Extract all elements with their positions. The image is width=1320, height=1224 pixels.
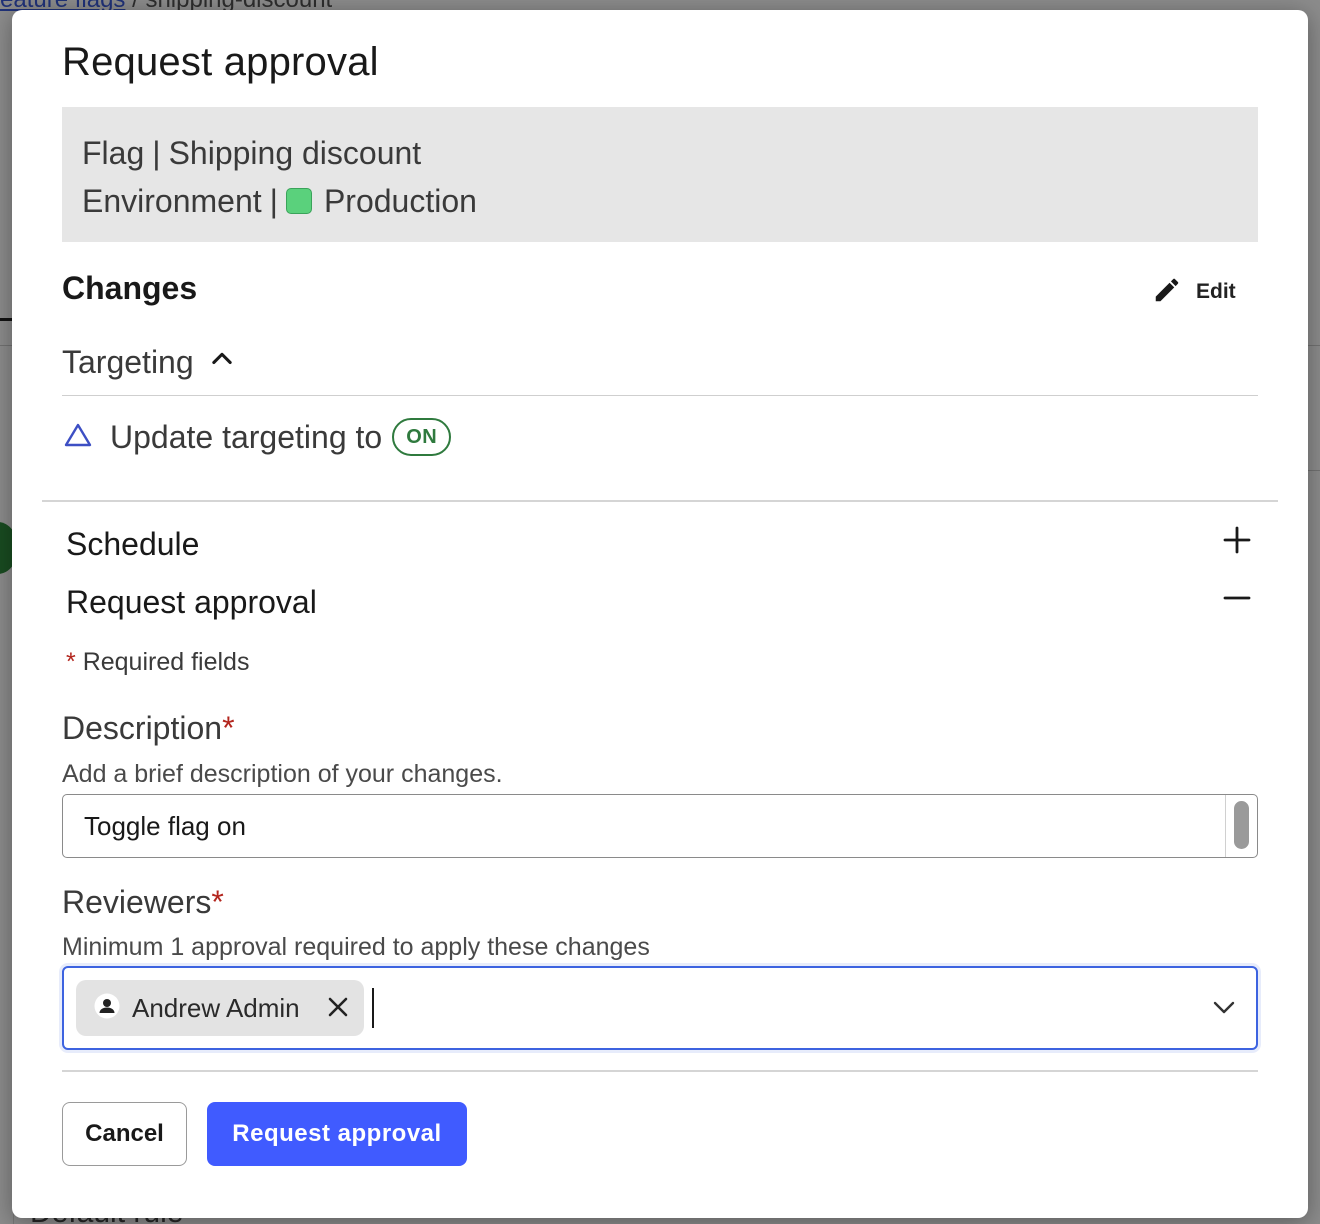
dialog-title: Request approval: [62, 40, 379, 84]
targeting-divider: [62, 395, 1258, 396]
environment-label: Environment: [82, 182, 262, 219]
minus-icon: [1222, 583, 1252, 621]
required-star: *: [66, 648, 76, 676]
description-label-text: Description: [62, 710, 223, 746]
changes-heading: Changes: [62, 270, 198, 306]
schedule-label: Schedule: [66, 525, 200, 562]
description-scrollbar[interactable]: [1225, 795, 1257, 857]
triangle-delta-icon: [64, 419, 92, 456]
environment-summary-row: Environment | Production: [82, 177, 1238, 225]
required-star: *: [211, 884, 224, 920]
reviewers-label: Reviewers*: [62, 884, 224, 921]
reviewer-name: Andrew Admin: [132, 992, 300, 1023]
edit-label: Edit: [1196, 280, 1236, 303]
description-field: [62, 794, 1258, 858]
edit-changes-button[interactable]: Edit: [1152, 274, 1236, 310]
required-fields-note: * Required fields: [66, 648, 249, 677]
required-star: *: [222, 710, 235, 746]
plus-icon: [1222, 525, 1252, 563]
environment-color-swatch: [285, 188, 312, 214]
cancel-button[interactable]: Cancel: [62, 1102, 187, 1166]
text-cursor: [372, 988, 374, 1028]
flag-summary-row: Flag | Shipping discount: [82, 129, 1238, 177]
environment-name: Production: [323, 182, 477, 219]
footer-divider: [62, 1070, 1258, 1072]
request-approval-dialog: Request approval Flag | Shipping discoun…: [12, 10, 1308, 1218]
description-input[interactable]: [63, 795, 1227, 857]
change-summary: Flag | Shipping discount Environment | P…: [62, 107, 1258, 242]
flag-label: Flag: [82, 134, 145, 171]
changes-divider: [42, 500, 1278, 502]
description-label: Description*: [62, 710, 235, 747]
status-badge-on: ON: [392, 418, 452, 456]
close-icon[interactable]: [326, 995, 350, 1024]
description-hint: Add a brief description of your changes.: [62, 760, 503, 788]
request-approval-button[interactable]: Request approval: [207, 1102, 467, 1166]
reviewer-chip: Andrew Admin: [76, 980, 364, 1036]
scrollbar-thumb[interactable]: [1234, 801, 1249, 849]
chevron-down-icon[interactable]: [1212, 998, 1236, 1023]
update-targeting-text: Update targeting to: [110, 418, 383, 455]
request-approval-label: Request approval: [66, 583, 317, 620]
targeting-toggle[interactable]: Targeting: [62, 344, 236, 381]
targeting-change-item: Update targeting to ON: [64, 418, 452, 456]
summary-separator: |: [269, 182, 278, 219]
summary-separator: |: [152, 134, 161, 171]
reviewers-hint: Minimum 1 approval required to apply the…: [62, 933, 650, 961]
required-fields-text: Required fields: [82, 648, 250, 676]
person-icon: [94, 993, 120, 1024]
schedule-section-toggle[interactable]: Schedule: [66, 522, 1252, 566]
targeting-label: Targeting: [62, 344, 194, 380]
request-approval-section-toggle[interactable]: Request approval: [66, 580, 1252, 624]
reviewers-label-text: Reviewers: [62, 884, 212, 920]
reviewers-select[interactable]: Andrew Admin: [62, 966, 1258, 1050]
flag-name: Shipping discount: [168, 134, 422, 171]
chevron-up-icon: [208, 344, 236, 381]
pencil-icon: [1152, 275, 1182, 310]
